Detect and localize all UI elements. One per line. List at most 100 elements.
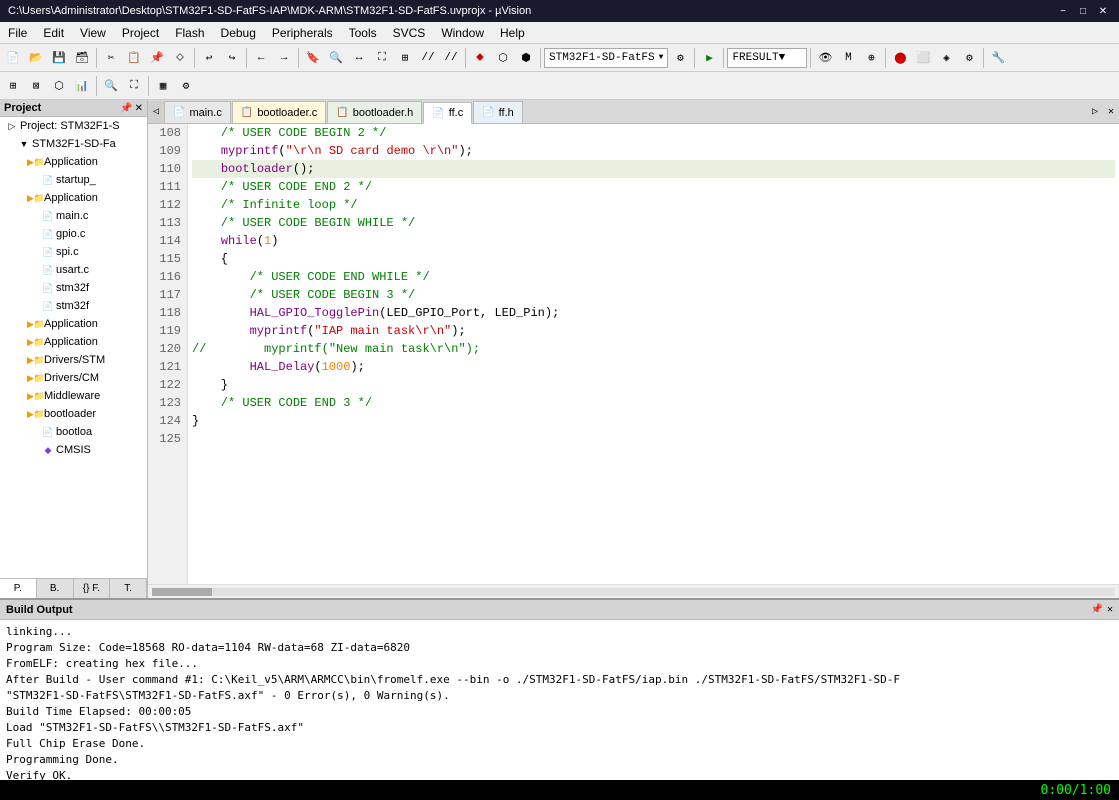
bookmark-button[interactable]: 🔖 [302, 47, 324, 69]
tree-item[interactable]: ▶📁Middleware [0, 387, 147, 405]
settings-button[interactable]: ⚙ [958, 47, 980, 69]
tree-item[interactable]: 📄gpio.c [0, 225, 147, 243]
forward-button[interactable]: → [273, 47, 295, 69]
ref-button[interactable]: ⛶ [371, 47, 393, 69]
editor-tab-main.c[interactable]: 📄main.c [164, 101, 231, 123]
tree-item[interactable]: ▶📁Application [0, 153, 147, 171]
indent-button[interactable]: ⬦ [169, 47, 191, 69]
mem-button[interactable]: M [837, 47, 859, 69]
menu-item-file[interactable]: File [0, 24, 35, 42]
back-button[interactable]: ← [250, 47, 272, 69]
code-content[interactable]: /* USER CODE BEGIN 2 */ myprintf("\r\n S… [188, 124, 1119, 584]
replace-button[interactable]: ↔ [348, 47, 370, 69]
menu-item-flash[interactable]: Flash [167, 24, 212, 42]
tree-item[interactable]: ▶📁Application [0, 333, 147, 351]
build-close-icon[interactable]: ✕ [1107, 604, 1113, 616]
comment-button[interactable]: // [417, 47, 439, 69]
uncomment-button[interactable]: // [440, 47, 462, 69]
tb2-btn6[interactable]: ⛶ [123, 75, 145, 97]
menu-item-tools[interactable]: Tools [341, 24, 385, 42]
project-tab-0[interactable]: P. [0, 579, 37, 598]
save-all-button[interactable]: 🗃 [71, 47, 93, 69]
build-output-panel: Build Output 📌 ✕ linking...Program Size:… [0, 598, 1119, 800]
build-btn[interactable]: ⬥ [469, 47, 491, 69]
fresult-dropdown[interactable]: FRESULT ▼ [727, 48, 807, 68]
tree-item[interactable]: 📄main.c [0, 207, 147, 225]
new-button[interactable]: 📄 [2, 47, 24, 69]
close-editor-icon[interactable]: ✕ [1103, 101, 1119, 123]
inc-dec-button[interactable]: ⊞ [394, 47, 416, 69]
build-pin-icon[interactable]: 📌 [1091, 604, 1103, 616]
build-all-btn[interactable]: ⬢ [515, 47, 537, 69]
debug-button[interactable]: ▶ [698, 47, 720, 69]
close-button[interactable]: ✕ [1095, 3, 1111, 19]
editor-tab-ff.c[interactable]: 📄ff.c [423, 102, 472, 124]
scrollbar-thumb[interactable] [152, 588, 212, 596]
compile-btn[interactable]: ⬡ [492, 47, 514, 69]
tab-scroll-left-icon[interactable]: ◁ [148, 101, 164, 123]
tb2-btn8[interactable]: ⚙ [175, 75, 197, 97]
tb2-btn7[interactable]: ▦ [152, 75, 174, 97]
minimize-button[interactable]: − [1055, 3, 1071, 19]
target-dropdown[interactable]: STM32F1-SD-FatFS ▼ [544, 48, 668, 68]
target-options-button[interactable]: ⚙ [669, 47, 691, 69]
menu-item-help[interactable]: Help [492, 24, 533, 42]
paste-button[interactable]: 📌 [146, 47, 168, 69]
tb2-btn3[interactable]: ⬡ [48, 75, 70, 97]
editor-tab-bootloader.c[interactable]: 📋bootloader.c [232, 101, 326, 123]
maximize-button[interactable]: □ [1075, 3, 1091, 19]
step-button[interactable]: ◈ [935, 47, 957, 69]
undo-button[interactable]: ↩ [198, 47, 220, 69]
menu-item-svcs[interactable]: SVCS [385, 24, 434, 42]
menu-item-debug[interactable]: Debug [213, 24, 264, 42]
tree-item[interactable]: 📄stm32f [0, 297, 147, 315]
tree-item[interactable]: 📄bootloa [0, 423, 147, 441]
build-line: Program Size: Code=18568 RO-data=1104 RW… [6, 640, 1113, 656]
project-tab-1[interactable]: B. [37, 579, 74, 598]
tb2-btn2[interactable]: ⊠ [25, 75, 47, 97]
scrollbar-track[interactable] [152, 588, 1115, 596]
tree-item[interactable]: ▶📁Application [0, 189, 147, 207]
tree-item[interactable]: 📄usart.c [0, 261, 147, 279]
tb2-btn1[interactable]: ⊞ [2, 75, 24, 97]
cut-button[interactable]: ✂ [100, 47, 122, 69]
project-pin-icon[interactable]: 📌 [120, 103, 132, 114]
copy-button[interactable]: 📋 [123, 47, 145, 69]
editor-tab-ff.h[interactable]: 📄ff.h [473, 101, 523, 123]
tb2-btn4[interactable]: 📊 [71, 75, 93, 97]
tree-item[interactable]: ▶📁Application [0, 315, 147, 333]
tree-item[interactable]: 📄spi.c [0, 243, 147, 261]
sep10 [885, 48, 886, 68]
tree-item[interactable]: ▶📁bootloader [0, 405, 147, 423]
tools-button[interactable]: 🔧 [987, 47, 1009, 69]
tb2-btn5[interactable]: 🔍 [100, 75, 122, 97]
tree-item[interactable]: ▼STM32F1-SD-Fa [0, 135, 147, 153]
tree-item[interactable]: ▷Project: STM32F1-S [0, 117, 147, 135]
horizontal-scrollbar[interactable] [148, 584, 1119, 598]
tree-label: gpio.c [56, 228, 85, 240]
menu-item-view[interactable]: View [72, 24, 114, 42]
ext-button[interactable]: ⊕ [860, 47, 882, 69]
project-tab-2[interactable]: {} F. [74, 579, 111, 598]
editor-tab-bootloader.h[interactable]: 📋bootloader.h [327, 101, 422, 123]
open-button[interactable]: 📂 [25, 47, 47, 69]
save-button[interactable]: 💾 [48, 47, 70, 69]
project-close-icon[interactable]: ✕ [135, 103, 143, 114]
dropdown-arrow-icon: ▼ [659, 53, 664, 62]
menu-item-edit[interactable]: Edit [35, 24, 72, 42]
tree-item[interactable]: 📄stm32f [0, 279, 147, 297]
tree-item[interactable]: ◆CMSIS [0, 441, 147, 459]
project-tab-3[interactable]: T. [110, 579, 147, 598]
menu-item-project[interactable]: Project [114, 24, 167, 42]
find-button[interactable]: 🔍 [325, 47, 347, 69]
menu-item-window[interactable]: Window [433, 24, 492, 42]
halt-button[interactable]: ⬜ [912, 47, 934, 69]
menu-item-peripherals[interactable]: Peripherals [264, 24, 341, 42]
watch-button[interactable]: 👁 [814, 47, 836, 69]
redo-button[interactable]: ↪ [221, 47, 243, 69]
stop-button[interactable]: ⬤ [889, 47, 911, 69]
tab-scroll-right-icon[interactable]: ▷ [1087, 101, 1103, 123]
tree-item[interactable]: 📄startup_ [0, 171, 147, 189]
tree-item[interactable]: ▶📁Drivers/STM [0, 351, 147, 369]
tree-item[interactable]: ▶📁Drivers/CM [0, 369, 147, 387]
